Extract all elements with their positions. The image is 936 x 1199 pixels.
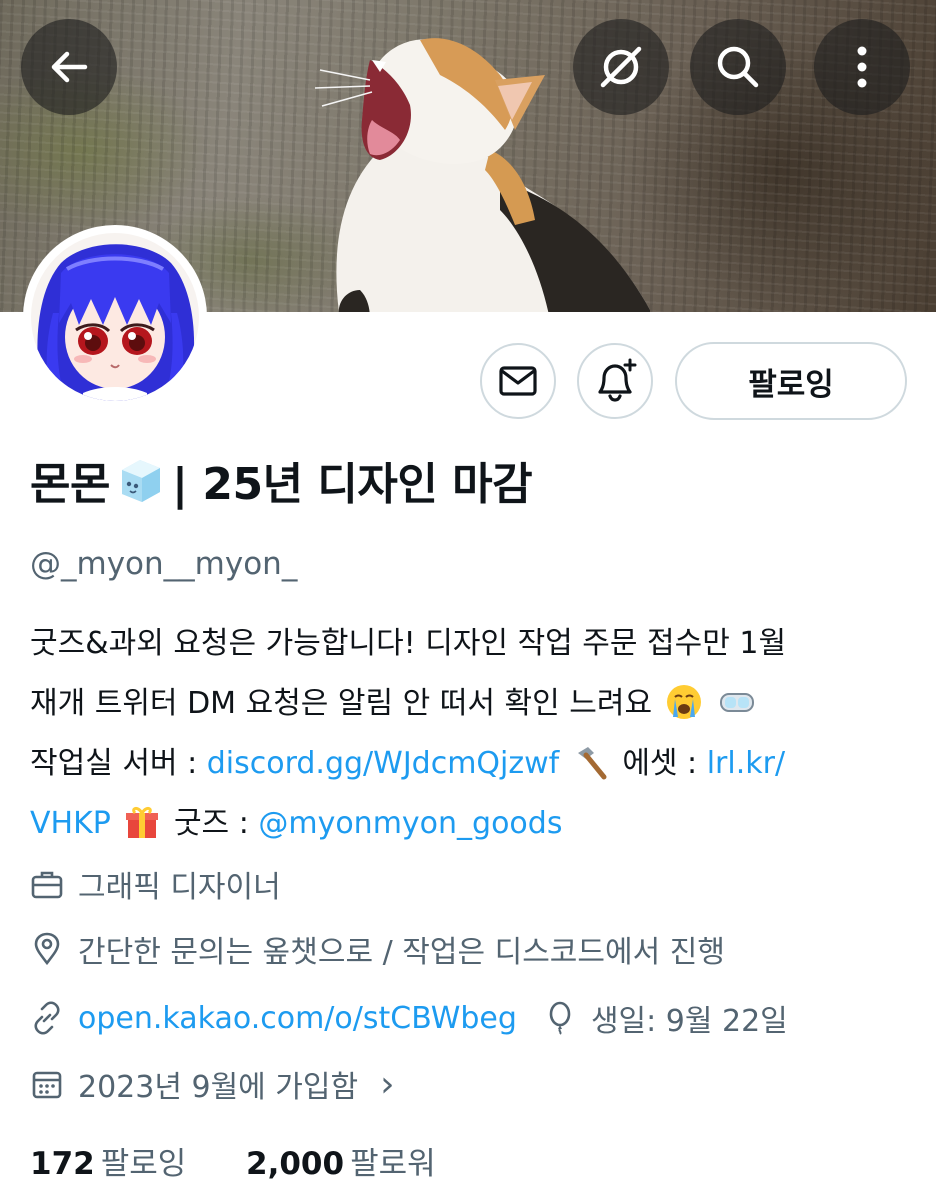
link-icon — [34, 1001, 60, 1035]
search-icon — [717, 46, 759, 88]
goods-mention[interactable]: @myonmyon_goods — [258, 806, 562, 841]
discord-link[interactable]: discord.gg/WJdcmQjzwf — [207, 746, 560, 781]
following-button[interactable]: 팔로잉 — [675, 342, 907, 420]
meta-category: 그래픽 디자이너 — [30, 862, 281, 906]
grok-button[interactable] — [573, 19, 669, 115]
asset-link[interactable]: lrl.kr/ — [707, 746, 785, 781]
mail-icon — [499, 366, 537, 396]
bio-line-2: 재개 트위터 DM 요청은 알림 안 떠서 확인 느려요 — [30, 674, 910, 734]
bio-line-2-text: 재개 트위터 DM 요청은 알림 안 떠서 확인 느려요 — [30, 686, 653, 721]
followers-label: 팔로워 — [350, 1146, 436, 1182]
arrow-left-icon — [51, 51, 88, 83]
followers-stat[interactable]: 2,000 팔로워 — [246, 1146, 436, 1182]
following-count: 172 — [30, 1146, 95, 1182]
following-stat[interactable]: 172 팔로잉 — [30, 1146, 196, 1182]
location-text: 간단한 문의는 옾챗으로 / 작업은 디스코드에서 진행 — [78, 935, 725, 970]
balloon-icon — [549, 1001, 571, 1035]
birthday-text: 생일: 9월 22일 — [590, 1004, 788, 1039]
calendar-icon — [32, 1071, 62, 1099]
more-button[interactable] — [814, 19, 910, 115]
goggles-emoji — [720, 693, 755, 712]
back-button[interactable] — [21, 19, 117, 115]
display-name: 몬몬 | 25년 디자인 마감 — [30, 448, 533, 512]
category-text: 그래픽 디자이너 — [78, 870, 281, 905]
meta-location: 간단한 문의는 옾챗으로 / 작업은 디스코드에서 진행 — [30, 927, 725, 971]
meta-website-birthday: open.kakao.com/o/stCBWbeg 생일: 9월 22일 — [30, 996, 788, 1040]
bio-line-1: 굿즈&과외 요청은 가능합니다! 디자인 작업 주문 접수만 1월 — [30, 626, 787, 661]
website-link[interactable]: open.kakao.com/o/stCBWbeg — [78, 1001, 517, 1036]
bio-goods-label: 굿즈 : — [173, 806, 259, 841]
hammer-emoji — [577, 747, 607, 780]
followers-count: 2,000 — [246, 1146, 345, 1182]
crying-face-emoji — [666, 685, 701, 719]
search-button[interactable] — [690, 19, 786, 115]
display-name-suffix: | 25년 디자인 마감 — [171, 459, 533, 510]
gift-emoji — [126, 806, 159, 838]
grok-icon — [600, 46, 642, 88]
chevron-right-icon: › — [380, 1063, 395, 1105]
bio-server-label: 작업실 서버 : — [30, 746, 207, 781]
location-pin-icon — [34, 932, 60, 966]
meta-joined[interactable]: 2023년 9월에 가입함 › — [30, 1062, 395, 1106]
asset-link-continued[interactable]: VHKP — [30, 806, 111, 841]
follow-stats: 172 팔로잉 2,000 팔로워 — [30, 1138, 436, 1183]
bell-plus-icon — [598, 358, 637, 402]
profile-avatar[interactable] — [23, 225, 207, 409]
message-button[interactable] — [480, 343, 556, 419]
joined-text: 2023년 9월에 가입함 — [78, 1070, 359, 1105]
ice-cube-emoji — [121, 460, 160, 502]
briefcase-icon — [31, 871, 63, 899]
user-handle: @_myon__myon_ — [30, 546, 298, 582]
display-name-text: 몬몬 — [30, 459, 110, 510]
following-label: 팔로잉 — [100, 1146, 187, 1182]
avatar-image — [31, 233, 199, 401]
profile-bio: 굿즈&과외 요청은 가능합니다! 디자인 작업 주문 접수만 1월 재개 트위터… — [30, 614, 910, 854]
notification-button[interactable] — [577, 343, 653, 419]
more-vertical-icon — [857, 46, 867, 88]
bio-line-3: 작업실 서버 : discord.gg/WJdcmQjzwf 에셋 : lrl.… — [30, 734, 910, 794]
bio-line-4: VHKP 굿즈 : @myonmyon_goods — [30, 794, 910, 854]
bio-asset-label: 에셋 : — [622, 746, 707, 781]
